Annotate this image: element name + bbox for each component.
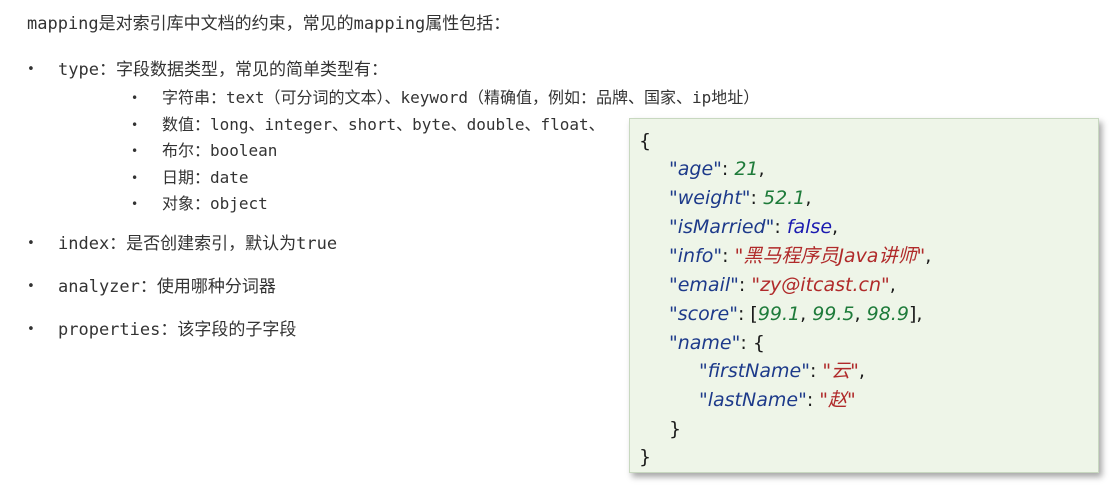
json-line-score: "score": [99.1, 99.5, 98.9], xyxy=(669,303,923,325)
json-key-firstname: "firstName" xyxy=(699,360,810,382)
json-key-lastname: "lastName" xyxy=(699,389,807,411)
sub-bullet-text: 对象：object xyxy=(162,194,268,213)
json-line-name: "name": { xyxy=(669,332,765,354)
intro-text: mapping是对索引库中文档的约束，常见的mapping属性包括： xyxy=(27,14,511,34)
json-open-brace: { xyxy=(639,130,652,152)
bullet-index-text: index：是否创建索引，默认为true xyxy=(58,234,338,254)
json-key-info: "info" xyxy=(669,245,723,267)
json-line-firstname: "firstName": "云", xyxy=(699,360,865,382)
json-value-score-1: 99.5 xyxy=(812,303,855,325)
json-name-close-brace: } xyxy=(669,418,682,440)
bullet-dot: • xyxy=(27,236,35,251)
json-value-lastname: "赵" xyxy=(819,389,856,411)
bullet-dot: • xyxy=(131,171,139,185)
sub-bullet-text: 字符串：text（可分词的文本）、keyword（精确值，例如：品牌、国家、ip… xyxy=(162,88,760,107)
json-close-brace: } xyxy=(639,446,652,468)
bullet-dot: • xyxy=(27,62,35,77)
json-key-weight: "weight" xyxy=(669,187,751,209)
json-value-ismarried: false xyxy=(786,216,833,238)
json-line-email: "email": "zy@itcast.cn", xyxy=(669,274,896,296)
bullet-type-text: type：字段数据类型，常见的简单类型有： xyxy=(58,60,388,80)
bullet-dot: • xyxy=(131,197,139,211)
sub-bullet-object: • 对象：object xyxy=(131,192,268,216)
bullet-dot: • xyxy=(131,144,139,158)
json-value-age: 21 xyxy=(734,158,759,180)
bullet-dot: • xyxy=(131,118,139,132)
json-value-email: "zy@itcast.cn" xyxy=(751,274,890,296)
json-key-score: "score" xyxy=(669,303,738,325)
json-key-name: "name" xyxy=(669,332,741,354)
json-value-score-2: 98.9 xyxy=(866,303,909,325)
bullet-index: • index：是否创建索引，默认为true xyxy=(27,231,337,257)
json-value-weight: 52.1 xyxy=(763,187,806,209)
bullet-type: • type：字段数据类型，常见的简单类型有： xyxy=(27,57,388,83)
bullet-analyzer-text: analyzer：使用哪种分词器 xyxy=(58,277,276,297)
json-key-ismarried: "isMarried" xyxy=(669,216,775,238)
bullet-properties-text: properties：该字段的子字段 xyxy=(58,320,297,340)
json-key-age: "age" xyxy=(669,158,722,180)
json-line-age: "age": 21, xyxy=(669,158,765,180)
sub-bullet-date: • 日期：date xyxy=(131,166,249,190)
json-line-lastname: "lastName": "赵" xyxy=(699,389,856,411)
json-value-info: "黑马程序员Java讲师" xyxy=(734,245,926,267)
sub-bullet-boolean: • 布尔：boolean xyxy=(131,139,277,163)
json-line-info: "info": "黑马程序员Java讲师", xyxy=(669,245,932,267)
bullet-properties: • properties：该字段的子字段 xyxy=(27,317,296,343)
json-example-box: { "age": 21, "weight": 52.1, "isMarried"… xyxy=(629,118,1099,473)
bullet-dot: • xyxy=(27,279,35,294)
json-line-weight: "weight": 52.1, xyxy=(669,187,812,209)
sub-bullet-string: • 字符串：text（可分词的文本）、keyword（精确值，例如：品牌、国家、i… xyxy=(131,86,759,110)
json-value-firstname: "云" xyxy=(822,360,859,382)
bullet-dot: • xyxy=(27,322,35,337)
json-line-ismarried: "isMarried": false, xyxy=(669,216,839,238)
sub-bullet-text: 日期：date xyxy=(162,168,249,187)
sub-bullet-number: • 数值：long、integer、short、byte、double、float… xyxy=(131,113,605,137)
json-key-email: "email" xyxy=(669,274,739,296)
bullet-analyzer: • analyzer：使用哪种分词器 xyxy=(27,274,276,300)
sub-bullet-text: 布尔：boolean xyxy=(162,141,278,160)
sub-bullet-text: 数值：long、integer、short、byte、double、float、 xyxy=(162,115,605,134)
bullet-dot: • xyxy=(131,91,139,105)
json-value-score-0: 99.1 xyxy=(757,303,801,325)
